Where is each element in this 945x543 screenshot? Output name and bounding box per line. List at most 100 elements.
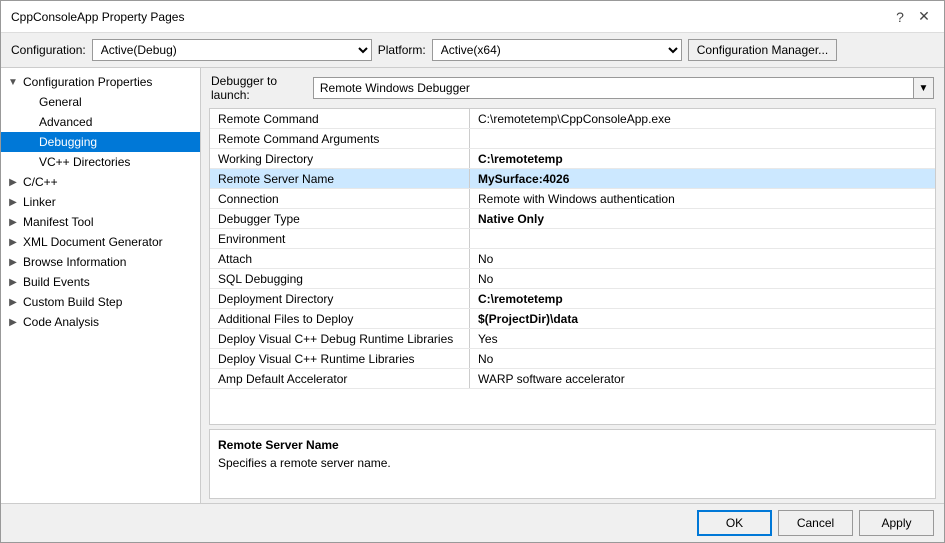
sidebar-item-advanced[interactable]: Advanced	[1, 112, 200, 132]
prop-name-cell: SQL Debugging	[210, 269, 470, 288]
prop-value-cell	[470, 229, 486, 248]
sidebar-item-content-browse-info[interactable]: ▶Browse Information	[1, 252, 200, 272]
description-title: Remote Server Name	[218, 438, 927, 452]
prop-name-cell: Remote Server Name	[210, 169, 470, 188]
sidebar-item-cpp[interactable]: ▶C/C++	[1, 172, 200, 192]
sidebar-label-xml-doc-gen: XML Document Generator	[21, 235, 163, 249]
sidebar: ▼Configuration Properties General Advanced…	[1, 68, 201, 503]
sidebar-label-build-events: Build Events	[21, 275, 90, 289]
sidebar-item-content-code-analysis[interactable]: ▶Code Analysis	[1, 312, 200, 332]
sidebar-item-content-debugging[interactable]: Debugging	[1, 132, 200, 152]
expander-icon-vc-directories	[21, 154, 37, 170]
debugger-dropdown[interactable]: Remote Windows Debugger ▼	[313, 77, 934, 99]
close-button[interactable]: ✕	[914, 7, 934, 27]
expander-icon-config-properties: ▼	[5, 74, 21, 90]
sidebar-label-cpp: C/C++	[21, 175, 58, 189]
title-bar-controls: ? ✕	[890, 7, 934, 27]
table-row[interactable]: Debugger TypeNative Only	[210, 209, 935, 229]
prop-name-cell: Deployment Directory	[210, 289, 470, 308]
title-bar: CppConsoleApp Property Pages ? ✕	[1, 1, 944, 33]
sidebar-item-vc-directories[interactable]: VC++ Directories	[1, 152, 200, 172]
table-row[interactable]: AttachNo	[210, 249, 935, 269]
table-row[interactable]: Environment	[210, 229, 935, 249]
debugger-dropdown-text: Remote Windows Debugger	[314, 81, 913, 95]
sidebar-label-custom-build-step: Custom Build Step	[21, 295, 122, 309]
table-row[interactable]: SQL DebuggingNo	[210, 269, 935, 289]
table-row[interactable]: ConnectionRemote with Windows authentica…	[210, 189, 935, 209]
table-row[interactable]: Remote Server NameMySurface:4026	[210, 169, 935, 189]
prop-name-cell: Deploy Visual C++ Debug Runtime Librarie…	[210, 329, 470, 348]
sidebar-item-linker[interactable]: ▶Linker	[1, 192, 200, 212]
table-row[interactable]: Deploy Visual C++ Runtime LibrariesNo	[210, 349, 935, 369]
ok-button[interactable]: OK	[697, 510, 772, 536]
sidebar-item-content-manifest-tool[interactable]: ▶Manifest Tool	[1, 212, 200, 232]
expander-icon-xml-doc-gen: ▶	[5, 234, 21, 250]
prop-name-cell: Environment	[210, 229, 470, 248]
expander-icon-build-events: ▶	[5, 274, 21, 290]
config-label: Configuration:	[11, 43, 86, 57]
sidebar-label-code-analysis: Code Analysis	[21, 315, 99, 329]
description-text: Specifies a remote server name.	[218, 456, 927, 470]
prop-value-cell: MySurface:4026	[470, 169, 577, 188]
sidebar-label-advanced: Advanced	[37, 115, 92, 129]
sidebar-item-debugging[interactable]: Debugging	[1, 132, 200, 152]
sidebar-label-vc-directories: VC++ Directories	[37, 155, 130, 169]
sidebar-item-code-analysis[interactable]: ▶Code Analysis	[1, 312, 200, 332]
sidebar-item-custom-build-step[interactable]: ▶Custom Build Step	[1, 292, 200, 312]
prop-value-cell: WARP software accelerator	[470, 369, 633, 388]
table-row[interactable]: Additional Files to Deploy$(ProjectDir)\…	[210, 309, 935, 329]
config-manager-button[interactable]: Configuration Manager...	[688, 39, 837, 61]
sidebar-item-content-linker[interactable]: ▶Linker	[1, 192, 200, 212]
sidebar-item-browse-info[interactable]: ▶Browse Information	[1, 252, 200, 272]
table-row[interactable]: Deployment DirectoryC:\remotetemp	[210, 289, 935, 309]
debugger-launch-row: Debugger to launch: Remote Windows Debug…	[201, 68, 944, 108]
prop-value-cell: $(ProjectDir)\data	[470, 309, 586, 328]
cancel-button[interactable]: Cancel	[778, 510, 853, 536]
sidebar-label-manifest-tool: Manifest Tool	[21, 215, 93, 229]
sidebar-item-content-advanced[interactable]: Advanced	[1, 112, 200, 132]
prop-name-cell: Debugger Type	[210, 209, 470, 228]
table-row[interactable]: Remote Command Arguments	[210, 129, 935, 149]
sidebar-item-general[interactable]: General	[1, 92, 200, 112]
expander-icon-linker: ▶	[5, 194, 21, 210]
prop-name-cell: Attach	[210, 249, 470, 268]
prop-name-cell: Connection	[210, 189, 470, 208]
sidebar-tree: ▼Configuration Properties General Advanced…	[1, 72, 200, 332]
apply-button[interactable]: Apply	[859, 510, 934, 536]
prop-name-cell: Amp Default Accelerator	[210, 369, 470, 388]
sidebar-item-content-general[interactable]: General	[1, 92, 200, 112]
table-row[interactable]: Deploy Visual C++ Debug Runtime Librarie…	[210, 329, 935, 349]
sidebar-item-content-build-events[interactable]: ▶Build Events	[1, 272, 200, 292]
expander-icon-cpp: ▶	[5, 174, 21, 190]
expander-icon-manifest-tool: ▶	[5, 214, 21, 230]
sidebar-label-general: General	[37, 95, 82, 109]
sidebar-item-content-custom-build-step[interactable]: ▶Custom Build Step	[1, 292, 200, 312]
sidebar-item-content-vc-directories[interactable]: VC++ Directories	[1, 152, 200, 172]
prop-value-cell: C:\remotetemp\CppConsoleApp.exe	[470, 109, 679, 128]
sidebar-item-content-cpp[interactable]: ▶C/C++	[1, 172, 200, 192]
prop-value-cell	[470, 129, 486, 148]
platform-select[interactable]: Active(x64)	[432, 39, 682, 61]
sidebar-label-config-properties: Configuration Properties	[21, 75, 152, 89]
sidebar-label-linker: Linker	[21, 195, 56, 209]
toolbar: Configuration: Active(Debug) Platform: A…	[1, 33, 944, 68]
sidebar-label-debugging: Debugging	[37, 135, 97, 149]
prop-value-cell: No	[470, 269, 501, 288]
configuration-select[interactable]: Active(Debug)	[92, 39, 372, 61]
properties-table: Remote CommandC:\remotetemp\CppConsoleAp…	[209, 108, 936, 425]
expander-icon-debugging	[21, 134, 37, 150]
sidebar-item-xml-doc-gen[interactable]: ▶XML Document Generator	[1, 232, 200, 252]
sidebar-item-config-properties[interactable]: ▼Configuration Properties	[1, 72, 200, 92]
help-button[interactable]: ?	[890, 7, 910, 27]
table-row[interactable]: Working DirectoryC:\remotetemp	[210, 149, 935, 169]
debugger-dropdown-arrow[interactable]: ▼	[913, 78, 933, 98]
expander-icon-advanced	[21, 114, 37, 130]
sidebar-item-content-config-properties[interactable]: ▼Configuration Properties	[1, 72, 200, 92]
table-row[interactable]: Remote CommandC:\remotetemp\CppConsoleAp…	[210, 109, 935, 129]
sidebar-item-manifest-tool[interactable]: ▶Manifest Tool	[1, 212, 200, 232]
expander-icon-custom-build-step: ▶	[5, 294, 21, 310]
table-row[interactable]: Amp Default AcceleratorWARP software acc…	[210, 369, 935, 389]
sidebar-item-build-events[interactable]: ▶Build Events	[1, 272, 200, 292]
sidebar-item-content-xml-doc-gen[interactable]: ▶XML Document Generator	[1, 232, 200, 252]
expander-icon-browse-info: ▶	[5, 254, 21, 270]
